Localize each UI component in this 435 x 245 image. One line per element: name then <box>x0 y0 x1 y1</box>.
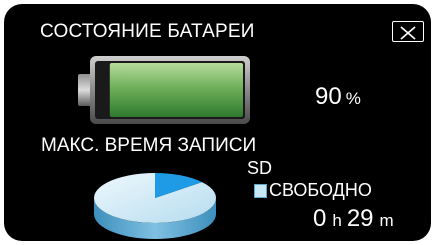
legend-free-label: СВОБОДНО <box>269 180 372 200</box>
max-record-time-label: МАКС. ВРЕМЯ ЗАПИСИ <box>41 135 257 156</box>
media-label: SD <box>247 158 273 178</box>
close-x-icon <box>400 25 416 40</box>
battery-icon <box>78 56 250 124</box>
battery-percent-unit: % <box>345 89 361 108</box>
minutes-value: 29 <box>346 205 374 232</box>
battery-percent-value: 90 <box>315 83 342 110</box>
minutes-unit: m <box>379 211 394 230</box>
screen-title: СОСТОЯНИЕ БАТАРЕИ <box>40 21 255 42</box>
hours-value: 0 <box>313 205 327 232</box>
legend-swatch <box>254 183 267 198</box>
legend-free: СВОБОДНО <box>254 180 372 201</box>
battery-status-screen: СОСТОЯНИЕ БАТАРЕИ 90 % МАКС. ВРЕМЯ ЗАПИС… <box>4 4 431 241</box>
pie-chart <box>93 173 216 239</box>
hours-unit: h <box>332 211 342 230</box>
battery-level-fill <box>109 63 243 117</box>
battery-percent: 90% <box>315 83 361 111</box>
close-button[interactable] <box>392 21 424 42</box>
remaining-time: 0 h 29 m <box>313 205 399 233</box>
